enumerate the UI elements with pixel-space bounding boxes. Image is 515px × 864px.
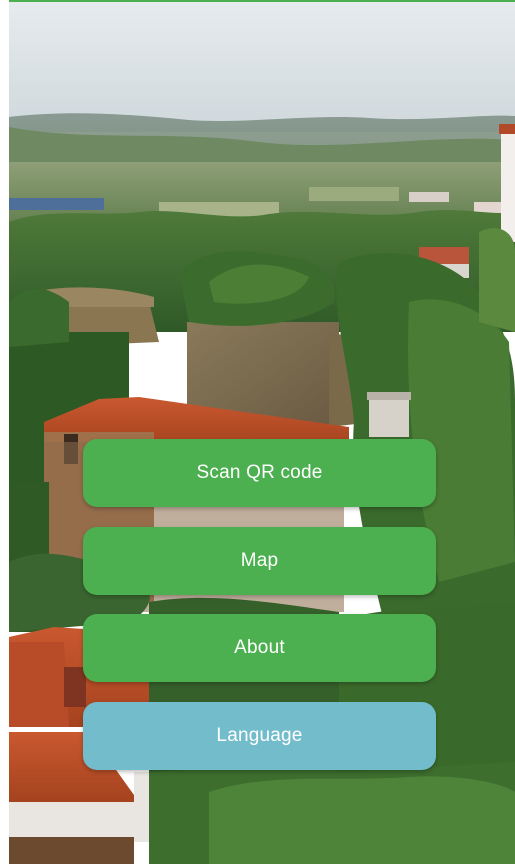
left-gutter [0,0,9,864]
map-button[interactable]: Map [83,527,436,595]
about-button[interactable]: About [83,614,436,682]
scan-qr-code-button[interactable]: Scan QR code [83,439,436,507]
language-button[interactable]: Language [83,702,436,770]
app-screen: Scan QR code Map About Language [0,0,515,864]
